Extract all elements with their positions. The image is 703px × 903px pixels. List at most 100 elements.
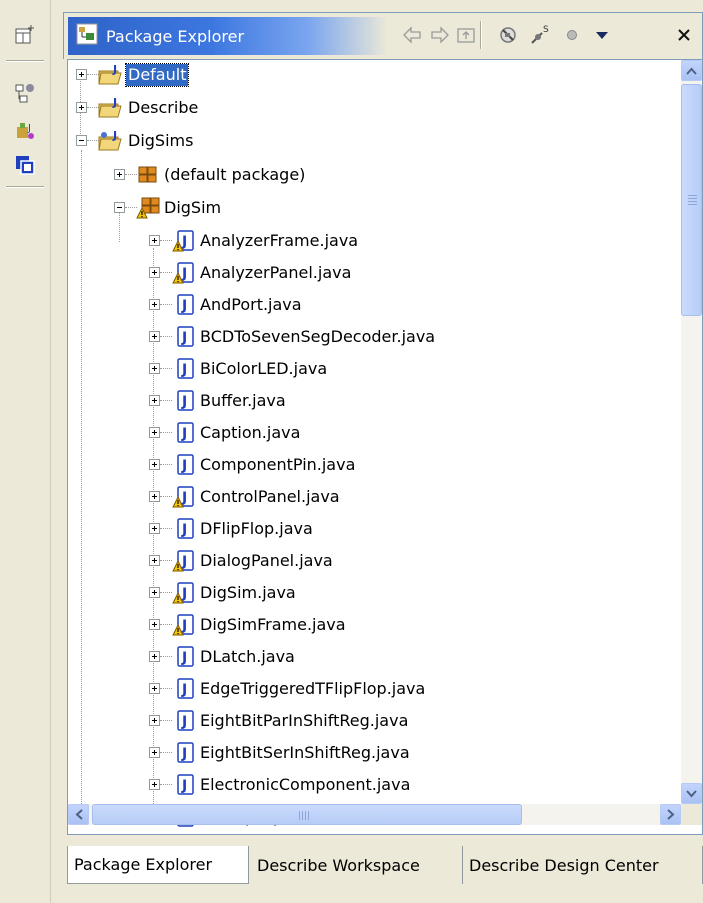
java-file-icon: J (172, 357, 196, 381)
svg-text:S: S (543, 25, 549, 35)
tree-item-project[interactable]: J Describe (68, 93, 368, 123)
tree-item-file[interactable]: J DigSimFrame.java (68, 610, 628, 640)
circle-icon[interactable] (558, 21, 586, 49)
forward-arrow-icon[interactable] (426, 21, 454, 49)
view-menu-icon[interactable] (588, 21, 616, 49)
expand-icon[interactable] (149, 459, 160, 470)
java-file-icon: J (172, 421, 196, 445)
scroll-down-button[interactable] (681, 783, 702, 804)
java-file-icon: J (172, 293, 196, 317)
tree-item-file[interactable]: J EightBitParInShiftReg.java (68, 706, 628, 736)
java-perspective-icon[interactable]: J (10, 115, 40, 145)
tree-item-file[interactable]: J DigSim.java (68, 578, 628, 608)
tree-item-project[interactable]: J Default (68, 60, 368, 90)
horizontal-scroll-thumb[interactable] (92, 804, 522, 825)
scroll-left-button[interactable] (68, 804, 89, 825)
tree-item-label: DigSim (164, 198, 222, 217)
tab-package-explorer[interactable]: Package Explorer (67, 846, 249, 884)
tab-describe-workspace[interactable]: Describe Workspace (251, 846, 463, 884)
back-arrow-icon[interactable] (398, 21, 426, 49)
java-file-icon: J (172, 325, 196, 349)
tree-item-file[interactable]: J Buffer.java (68, 386, 628, 416)
close-icon[interactable] (670, 21, 698, 49)
tree-item-file[interactable]: J EightBitSerInShiftReg.java (68, 738, 628, 768)
tree-item-file[interactable]: J AnalyzerPanel.java (68, 258, 628, 288)
new-view-icon[interactable] (10, 20, 40, 50)
tree-item-file[interactable]: J AnalyzerFrame.java (68, 226, 628, 256)
expand-icon[interactable] (149, 555, 160, 566)
java-file-icon: J (172, 517, 196, 541)
filter-icon[interactable] (494, 21, 522, 49)
tree-item-file[interactable]: J BCDToSevenSegDecoder.java (68, 322, 628, 352)
tab-describe-design-center[interactable]: Describe Design Center (463, 846, 703, 884)
tree-item-file[interactable]: J ElectronicComponent.java (68, 770, 628, 800)
java-project-folder-icon: J (98, 129, 122, 153)
expand-icon[interactable] (149, 587, 160, 598)
svg-text:J: J (181, 522, 187, 538)
window-icon[interactable] (10, 150, 40, 180)
tree-item-package[interactable]: (default package) (68, 160, 398, 190)
view-header: Package Explorer S (63, 12, 703, 59)
package-tree[interactable]: J Default J Describe J DigSims (default … (67, 59, 703, 835)
expand-icon[interactable] (149, 235, 160, 246)
scroll-up-button[interactable] (681, 60, 702, 81)
expand-icon[interactable] (149, 651, 160, 662)
up-folder-icon[interactable] (452, 21, 480, 49)
java-file-icon: J (172, 741, 196, 765)
scrollbar-corner (681, 804, 702, 825)
scroll-thumb[interactable] (681, 84, 702, 316)
tree-item-file[interactable]: J DFlipFlop.java (68, 514, 628, 544)
expand-icon[interactable] (149, 715, 160, 726)
svg-text:J: J (181, 426, 187, 442)
expand-icon[interactable] (149, 427, 160, 438)
expand-icon[interactable] (149, 491, 160, 502)
expand-icon[interactable] (149, 747, 160, 758)
vertical-scrollbar[interactable] (681, 60, 702, 804)
tree-item-file[interactable]: J ComponentPin.java (68, 450, 628, 480)
tree-item-file[interactable]: J DialogPanel.java (68, 546, 628, 576)
scroll-right-button[interactable] (660, 804, 681, 825)
tree-item-label: DialogPanel.java (200, 551, 333, 570)
expand-icon[interactable] (114, 169, 125, 180)
svg-text:J: J (181, 682, 187, 698)
tree-item-label: AndPort.java (200, 295, 302, 314)
package-explorer-icon (76, 23, 98, 49)
java-file-icon: J (172, 389, 196, 413)
tree-item-file[interactable]: J AndPort.java (68, 290, 628, 320)
tree-item-label: (default package) (164, 165, 306, 184)
hierarchy-view-icon[interactable] (10, 78, 40, 108)
tree-item-label: DFlipFlop.java (200, 519, 313, 538)
svg-text:J: J (181, 234, 187, 250)
expand-icon[interactable] (149, 267, 160, 278)
view-title-tab[interactable]: Package Explorer (68, 17, 388, 55)
perspective-toolbar: J (0, 0, 51, 903)
expand-icon[interactable] (149, 619, 160, 630)
collapse-icon[interactable] (76, 135, 87, 146)
horizontal-scrollbar[interactable] (68, 804, 681, 825)
expand-icon[interactable] (149, 683, 160, 694)
expand-icon[interactable] (76, 69, 87, 80)
package-explorer-view: Package Explorer S J Default J Describe … (63, 12, 703, 903)
expand-icon[interactable] (76, 102, 87, 113)
svg-text:J: J (112, 129, 117, 142)
expand-icon[interactable] (149, 363, 160, 374)
tree-item-label: EdgeTriggeredTFlipFlop.java (200, 679, 426, 698)
svg-text:J: J (181, 458, 187, 474)
collapse-icon[interactable] (114, 202, 125, 213)
tree-item-file[interactable]: J Caption.java (68, 418, 628, 448)
expand-icon[interactable] (149, 779, 160, 790)
java-file-warning-icon: J (172, 581, 196, 605)
expand-icon[interactable] (149, 331, 160, 342)
expand-icon[interactable] (149, 299, 160, 310)
tree-item-file[interactable]: J DLatch.java (68, 642, 628, 672)
expand-icon[interactable] (149, 395, 160, 406)
tree-item-project[interactable]: J DigSims (68, 126, 368, 156)
tree-item-file[interactable]: J ControlPanel.java (68, 482, 628, 512)
tree-item-file[interactable]: J BiColorLED.java (68, 354, 628, 384)
svg-text:J: J (181, 746, 187, 762)
hide-static-icon[interactable]: S (526, 21, 554, 49)
tree-item-label: Buffer.java (200, 391, 286, 410)
tree-item-file[interactable]: J EdgeTriggeredTFlipFlop.java (68, 674, 628, 704)
expand-icon[interactable] (149, 523, 160, 534)
tree-item-package[interactable]: DigSim (68, 193, 398, 223)
